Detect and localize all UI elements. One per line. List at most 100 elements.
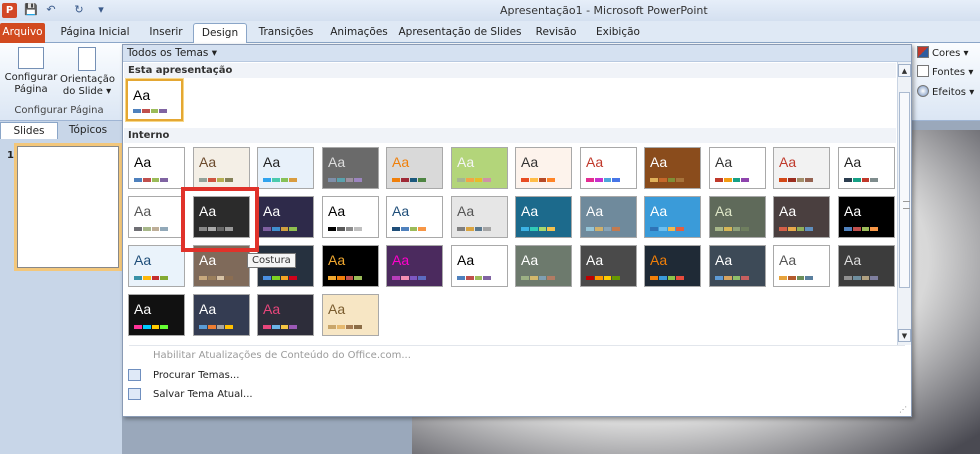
theme-color-swatches <box>263 276 297 280</box>
theme-thumbnail[interactable]: Aa <box>709 196 766 238</box>
scroll-up-arrow[interactable]: ▲ <box>898 64 911 77</box>
theme-color-swatches <box>586 276 620 280</box>
theme-thumbnail[interactable]: Aa <box>838 245 895 287</box>
theme-thumbnail[interactable]: Aa <box>580 147 637 189</box>
customize-toolbar-icon[interactable]: ▾ <box>94 3 108 17</box>
configurar-pagina-label: Configurar Página <box>4 72 58 95</box>
cores-button[interactable]: Cores ▾ <box>917 46 969 62</box>
menu-procurar-temas[interactable]: Procurar Temas... <box>153 370 239 381</box>
theme-color-swatches <box>844 227 878 231</box>
theme-thumbnail[interactable]: Aa <box>322 245 379 287</box>
theme-sample-text: Aa <box>133 87 151 103</box>
undo-icon[interactable]: ↶ <box>44 3 58 17</box>
tab-design[interactable]: Design <box>193 23 247 43</box>
theme-thumbnail[interactable]: Aa <box>322 294 379 336</box>
theme-color-swatches <box>392 178 426 182</box>
tab-arquivo[interactable]: Arquivo <box>0 23 45 43</box>
theme-sample-text: Aa <box>715 154 733 170</box>
theme-thumbnail[interactable]: Aa <box>709 147 766 189</box>
theme-thumbnail[interactable]: Aa <box>773 196 830 238</box>
theme-color-swatches <box>650 227 684 231</box>
gallery-scrollbar[interactable]: ▲ ▼ <box>897 62 911 345</box>
save-icon[interactable]: 💾 <box>24 3 38 17</box>
theme-thumbnail[interactable]: Aa <box>386 196 443 238</box>
theme-thumbnail[interactable]: Aa <box>193 294 250 336</box>
theme-sample-text: Aa <box>199 301 217 317</box>
powerpoint-icon[interactable]: P <box>2 3 17 18</box>
tab-transicoes[interactable]: Transições <box>252 23 320 43</box>
efeitos-button[interactable]: Efeitos ▾ <box>917 85 974 101</box>
todos-os-temas-filter[interactable]: Todos os Temas ▾ <box>127 47 217 59</box>
theme-color-swatches <box>328 178 362 182</box>
theme-thumbnail[interactable]: Aa <box>322 147 379 189</box>
theme-sample-text: Aa <box>328 252 346 268</box>
theme-thumbnail[interactable]: Aa <box>257 196 314 238</box>
theme-thumbnail[interactable]: Aa <box>451 245 508 287</box>
theme-thumbnail[interactable]: Aa <box>773 147 830 189</box>
theme-thumbnail[interactable]: Aa <box>644 196 701 238</box>
theme-thumbnail[interactable]: Aa <box>515 245 572 287</box>
tab-animacoes[interactable]: Animações <box>326 23 392 43</box>
theme-thumbnail[interactable]: Aa <box>580 196 637 238</box>
tab-topicos[interactable]: Tópicos <box>58 122 118 139</box>
slide-thumbnail[interactable] <box>14 143 122 271</box>
theme-thumbnail[interactable]: Aa <box>709 245 766 287</box>
theme-thumbnail[interactable]: Aa <box>128 147 185 189</box>
tab-apresentacao-de-slides[interactable]: Apresentação de Slides <box>398 23 522 43</box>
theme-color-swatches <box>650 178 684 182</box>
theme-color-swatches <box>457 276 491 280</box>
theme-color-swatches <box>715 227 749 231</box>
theme-sample-text: Aa <box>586 203 604 219</box>
menu-salvar-tema-atual[interactable]: Salvar Tema Atual... <box>153 389 253 400</box>
theme-color-swatches <box>328 325 362 329</box>
theme-thumbnail[interactable]: Aa <box>773 245 830 287</box>
scroll-thumb[interactable] <box>899 92 910 288</box>
theme-color-swatches <box>715 276 749 280</box>
theme-thumbnail[interactable]: Aa <box>451 196 508 238</box>
theme-thumbnail[interactable]: Aa <box>580 245 637 287</box>
highlight-box <box>181 187 259 252</box>
theme-thumbnail[interactable]: Aa <box>322 196 379 238</box>
theme-thumbnail[interactable]: Aa <box>386 147 443 189</box>
tab-slides[interactable]: Slides <box>0 122 58 139</box>
theme-thumbnail[interactable]: Aa <box>193 147 250 189</box>
redo-icon[interactable]: ↻ <box>72 3 86 17</box>
tab-exibicao[interactable]: Exibição <box>590 23 646 43</box>
theme-thumbnail[interactable]: Aa <box>257 294 314 336</box>
theme-color-swatches <box>521 178 555 182</box>
theme-thumbnail[interactable]: Aa <box>128 294 185 336</box>
theme-thumbnail[interactable]: Aa <box>644 147 701 189</box>
tab-pagina-inicial[interactable]: Página Inicial <box>59 23 131 43</box>
efeitos-label: Efeitos ▾ <box>932 87 975 98</box>
theme-color-swatches <box>134 227 168 231</box>
tooltip-costura: Costura <box>247 253 296 268</box>
theme-color-swatches <box>521 227 555 231</box>
theme-thumbnail[interactable]: Aa <box>515 196 572 238</box>
theme-thumbnail[interactable]: Aa <box>644 245 701 287</box>
theme-thumbnail[interactable]: Aa <box>515 147 572 189</box>
theme-thumbnail[interactable]: Aa <box>128 245 185 287</box>
resize-grip-icon[interactable]: ⋰ <box>899 405 909 415</box>
theme-color-swatches <box>263 178 297 182</box>
configurar-pagina-button[interactable]: Configurar Página <box>4 47 58 96</box>
theme-color-swatches <box>199 325 233 329</box>
theme-thumbnail[interactable]: Aa <box>386 245 443 287</box>
tab-inserir[interactable]: Inserir <box>141 23 191 43</box>
theme-thumbnail[interactable]: Aa <box>451 147 508 189</box>
fontes-button[interactable]: Fontes ▾ <box>917 65 973 81</box>
theme-thumbnail[interactable]: Aa <box>838 147 895 189</box>
theme-thumbnail[interactable]: Aa <box>838 196 895 238</box>
theme-sample-text: Aa <box>779 154 797 170</box>
orientacao-slide-button[interactable]: Orientação do Slide ▾ <box>60 47 115 98</box>
theme-thumbnail[interactable]: Aa <box>257 147 314 189</box>
gallery-filter-bar: Todos os Temas ▾ <box>123 45 911 62</box>
tab-revisao[interactable]: Revisão <box>531 23 581 43</box>
theme-current[interactable]: Aa <box>126 79 183 121</box>
theme-color-swatches <box>844 178 878 182</box>
theme-sample-text: Aa <box>586 252 604 268</box>
theme-thumbnail[interactable]: Aa <box>128 196 185 238</box>
theme-color-swatches <box>844 276 878 280</box>
page-setup-icon <box>18 47 44 69</box>
scroll-down-arrow[interactable]: ▼ <box>898 329 911 342</box>
theme-color-swatches <box>779 178 813 182</box>
